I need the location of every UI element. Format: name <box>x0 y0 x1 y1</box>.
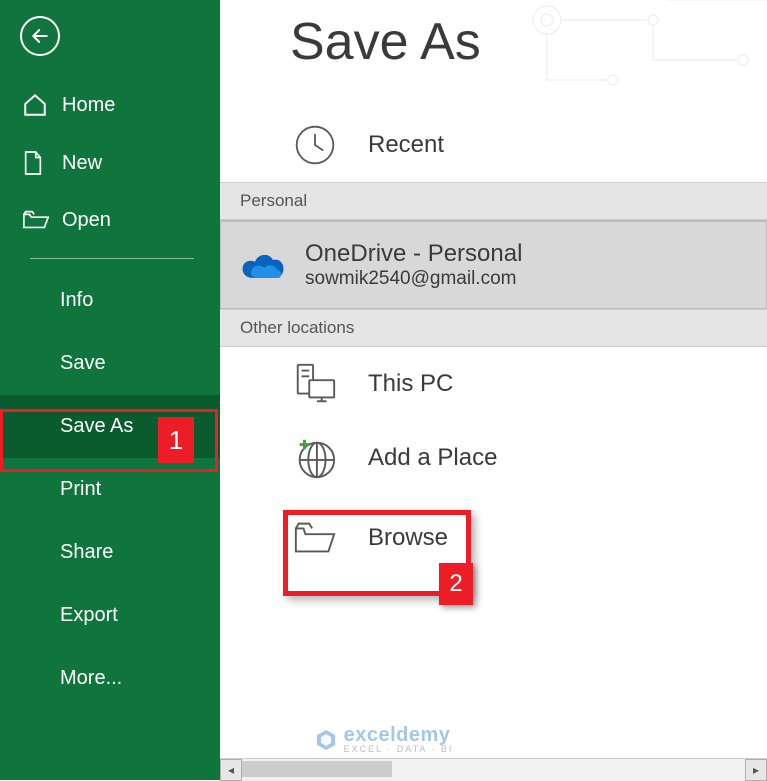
sidebar-divider <box>30 258 194 259</box>
clock-icon <box>290 120 340 170</box>
browse-folder-icon <box>290 513 340 563</box>
location-thispc[interactable]: This PC <box>290 347 767 421</box>
section-header-other: Other locations <box>220 309 767 347</box>
sidebar-item-open[interactable]: Open <box>0 192 220 248</box>
scroll-left-button[interactable]: ◂ <box>220 759 242 781</box>
watermark-subtext: EXCEL · DATA · BI <box>344 745 454 754</box>
sidebar-item-label: New <box>62 152 102 175</box>
location-onedrive[interactable]: OneDrive - Personal sowmik2540@gmail.com <box>220 220 767 309</box>
home-icon <box>22 92 52 118</box>
arrow-left-icon <box>30 26 50 46</box>
sidebar-item-info[interactable]: Info <box>0 269 220 332</box>
addplace-icon <box>290 433 340 483</box>
sidebar-item-new[interactable]: New <box>0 134 220 192</box>
scroll-thumb[interactable] <box>242 761 392 777</box>
back-button[interactable] <box>20 16 60 56</box>
onedrive-title: OneDrive - Personal <box>305 240 522 268</box>
sidebar-item-export[interactable]: Export <box>0 584 220 647</box>
location-label: Recent <box>368 131 444 159</box>
main-panel: Save As Recent Personal OneDrive - Perso… <box>220 0 767 780</box>
location-browse[interactable]: Browse <box>290 501 767 575</box>
scroll-track[interactable] <box>242 759 745 781</box>
sidebar-item-share[interactable]: Share <box>0 521 220 584</box>
location-recent[interactable]: Recent <box>290 108 767 182</box>
watermark: exceldemy EXCEL · DATA · BI <box>314 725 454 754</box>
sidebar-item-home[interactable]: Home <box>0 76 220 134</box>
onedrive-text: OneDrive - Personal sowmik2540@gmail.com <box>305 240 522 290</box>
watermark-text: exceldemy <box>344 725 454 745</box>
sidebar-item-save[interactable]: Save <box>0 332 220 395</box>
sidebar-item-saveas[interactable]: Save As <box>0 395 220 458</box>
horizontal-scrollbar[interactable]: ◂ ▸ <box>220 758 767 780</box>
decorative-circuit-icon <box>507 0 767 110</box>
location-addplace[interactable]: Add a Place <box>290 421 767 495</box>
scroll-right-button[interactable]: ▸ <box>745 759 767 781</box>
new-file-icon <box>22 150 52 176</box>
location-label: Browse <box>368 524 448 552</box>
sidebar-item-print[interactable]: Print <box>0 458 220 521</box>
folder-open-icon <box>22 208 52 232</box>
backstage-sidebar: Home New Open Info Save Save As Print Sh… <box>0 0 220 780</box>
location-label: This PC <box>368 370 453 398</box>
sidebar-item-label: Open <box>62 209 111 232</box>
onedrive-email: sowmik2540@gmail.com <box>305 268 522 290</box>
location-label: Add a Place <box>368 444 497 472</box>
app-root: Home New Open Info Save Save As Print Sh… <box>0 0 767 780</box>
sidebar-item-label: Home <box>62 94 115 117</box>
watermark-icon <box>314 728 338 752</box>
sidebar-item-more[interactable]: More... <box>0 647 220 710</box>
thispc-icon <box>290 359 340 409</box>
section-header-personal: Personal <box>220 182 767 220</box>
onedrive-icon <box>239 241 287 289</box>
